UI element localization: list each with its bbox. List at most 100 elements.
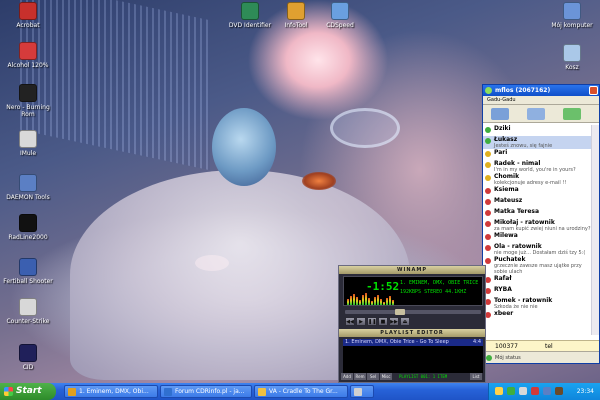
contact-item[interactable]: Mikołaj - ratownik za mam kupić zwiej niu… [483, 219, 593, 232]
playlist-title: PLAYLIST EDITOR [380, 330, 444, 336]
desktop-icon-label: CDSpeed [326, 22, 354, 29]
nero-icon [19, 84, 37, 102]
visualizer-bar [389, 296, 391, 305]
contact-item[interactable]: Ola - ratownik nie moge już... Dostałam d… [483, 243, 593, 256]
cdspeed-icon [331, 2, 349, 20]
desktop-icon-label: Mój komputer [551, 22, 593, 29]
taskbar-button-folder[interactable]: VA - Cradle To The Gr... [254, 385, 348, 398]
add-contact-icon[interactable] [563, 108, 581, 120]
desktop-icon-my-computer[interactable]: Mój komputer [544, 2, 600, 29]
playlist-area: 1. Eminem, DMX, Obie Trice - Go To Sleep… [343, 339, 483, 373]
playlist-item[interactable]: 1. Eminem, DMX, Obie Trice - Go To Sleep… [343, 339, 483, 346]
gadu-gadu-window: mflos (2067162) Gadu-Gadu Dziki Łukasz Jes… [482, 84, 600, 364]
visualizer-bar [383, 302, 385, 305]
contact-name: Rafał [494, 275, 512, 282]
contact-status-icon [485, 138, 491, 144]
folder-icon [258, 388, 266, 396]
contact-item[interactable]: Mateusz [483, 197, 593, 208]
status-online-icon [486, 355, 492, 361]
gg-title: mflos (2067162) [495, 87, 551, 94]
gg-status-label: Mój status [495, 355, 521, 361]
volume-tray-icon[interactable] [519, 387, 527, 395]
eject-button[interactable]: ⏏ [400, 317, 410, 326]
play-button[interactable]: ▶ [356, 317, 366, 326]
winamp-seek-bar[interactable] [345, 309, 481, 315]
pause-button[interactable]: ❚❚ [367, 317, 377, 326]
contact-item[interactable]: Chomik kolekcjonuje adresy e-mail !! [483, 173, 593, 186]
contact-item[interactable]: Łukasz Jesteś znowu, się fajnie [483, 136, 593, 149]
winamp-title-bar[interactable]: WINAMP [339, 266, 485, 274]
visualizer-bar [374, 297, 376, 305]
desktop-icon-counter-strike[interactable]: Counter-Strike [0, 298, 56, 325]
gg-status-selector[interactable]: Mój status [483, 351, 599, 363]
visualizer-bar [356, 297, 358, 305]
alcohol-icon [19, 42, 37, 60]
playlist-add-button[interactable]: Add [341, 373, 353, 380]
contact-item[interactable]: Pari [483, 149, 593, 160]
desktop-icon-cid[interactable]: CID [0, 344, 56, 371]
wallpaper-head [212, 108, 276, 186]
desktop-icon-recycle-bin[interactable]: Kosz [544, 44, 600, 71]
taskbar-button-browser[interactable]: Forum CDRinfo.pl - ja... [160, 385, 252, 398]
gg-contact-list: Dziki Łukasz Jesteś znowu, się fajnie Pari R… [483, 125, 593, 335]
desktop-icon-nero[interactable]: Nero - Burning Rom [0, 84, 56, 118]
winamp-controls: ◀◀ ▶ ❚❚ ■ ▶▶ ⏏ [345, 317, 411, 327]
gg-scrollbar[interactable] [591, 125, 599, 335]
desktop-icon-label: Alcohol 120% [7, 62, 49, 69]
contact-name: Radek - nimal [494, 160, 541, 167]
next-button[interactable]: ▶▶ [389, 317, 399, 326]
desktop-icon-alcohol[interactable]: Alcohol 120% [0, 42, 56, 69]
playlist-select-button[interactable]: Sel [367, 373, 379, 380]
contact-item[interactable]: RYBA [483, 286, 593, 297]
taskbar: Start 1. Eminem, DMX, Obi... Forum CDRin… [0, 383, 600, 400]
playlist-title-bar[interactable]: PLAYLIST EDITOR [339, 329, 485, 337]
seek-knob[interactable] [395, 309, 405, 315]
winamp-icon [68, 388, 76, 396]
clock[interactable]: 23:34 [577, 383, 594, 400]
desktop-icon-cdspeed[interactable]: CDSpeed [312, 2, 368, 29]
winamp-visualizer[interactable] [347, 293, 395, 305]
contact-item[interactable]: Puchatek grzecznie zawsze masz ujątke prz… [483, 256, 593, 275]
contact-status-icon [485, 258, 491, 264]
security-tray-icon[interactable] [531, 387, 539, 395]
contact-item[interactable]: Ksiema [483, 186, 593, 197]
desktop-icon-radline[interactable]: RadLine2000 [0, 214, 56, 241]
gg-title-bar[interactable]: mflos (2067162) [483, 85, 599, 96]
network-tray-icon[interactable] [507, 387, 515, 395]
contacts-list-icon[interactable] [491, 108, 509, 120]
dvd-identifier-icon [241, 2, 259, 20]
start-button[interactable]: Start [0, 383, 56, 400]
users-icon[interactable] [527, 108, 545, 120]
previous-button[interactable]: ◀◀ [345, 317, 355, 326]
stop-button[interactable]: ■ [378, 317, 388, 326]
contact-item[interactable]: Milewa [483, 232, 593, 243]
contact-item[interactable]: Tomek - ratownik Szkoda że nie nie [483, 297, 593, 310]
gg-info-bar: 100377 tel [483, 340, 599, 351]
taskbar-button-extra[interactable] [350, 385, 374, 398]
contact-item[interactable]: Dziki [483, 125, 593, 136]
contact-status-icon [485, 162, 491, 168]
desktop-icon-label: InfoTool [284, 22, 308, 29]
task-label: VA - Cradle To The Gr... [269, 388, 338, 395]
desktop-icon-fertiball[interactable]: Fertiball Shooter [0, 258, 56, 285]
playlist-remove-button[interactable]: Rem [354, 373, 366, 380]
contact-item[interactable]: xbeer [483, 310, 593, 321]
contact-item[interactable]: Rafał [483, 275, 593, 286]
contact-item[interactable]: Matka Teresa [483, 208, 593, 219]
playlist-list-button[interactable]: List [470, 373, 482, 380]
gg-menu[interactable]: Gadu-Gadu [483, 96, 599, 105]
taskbar-button-winamp[interactable]: 1. Eminem, DMX, Obi... [64, 385, 158, 398]
desktop-icon-daemon-tools[interactable]: DAEMON Tools [0, 174, 56, 201]
playlist-misc-button[interactable]: Misc [380, 373, 392, 380]
daemon-tray-icon[interactable] [543, 387, 551, 395]
contact-item[interactable]: Radek - nimal I'm in my world, you're in … [483, 160, 593, 173]
close-icon[interactable] [589, 86, 598, 95]
mule-tray-icon[interactable] [555, 387, 563, 395]
desktop-icon-label: Acrobat [16, 22, 40, 29]
gadu-gadu-tray-icon[interactable] [495, 387, 503, 395]
acrobat-icon [19, 2, 37, 20]
desktop-icon-acrobat[interactable]: Acrobat [0, 2, 56, 29]
playlist-item-label: 1. Eminem, DMX, Obie Trice - Go To Sleep [345, 339, 449, 345]
winamp-time[interactable]: -1:52 [366, 280, 399, 293]
desktop-icon-imule[interactable]: IMule [0, 130, 56, 157]
